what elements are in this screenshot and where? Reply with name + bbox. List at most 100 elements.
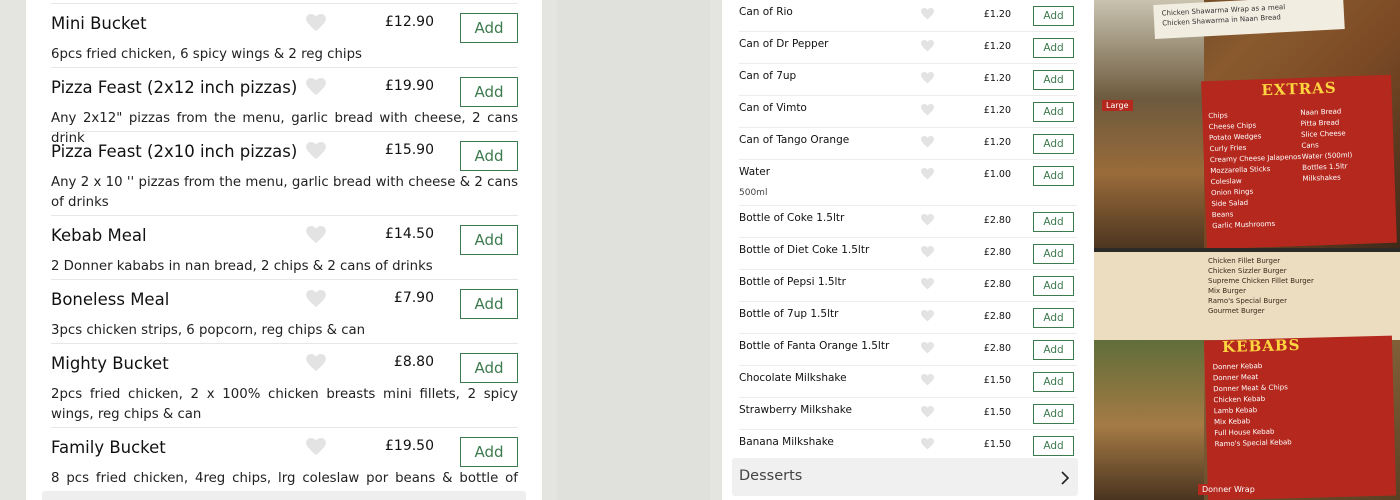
sheet-title: EXTRAS	[1261, 78, 1337, 100]
heart-icon[interactable]	[921, 374, 934, 386]
item-name: Chocolate Milkshake	[739, 372, 847, 384]
page: Mini Bucket £12.90 Add 6pcs fried chicke…	[0, 0, 1400, 500]
item-description: 2pcs fried chicken, 2 x 100% chicken bre…	[51, 387, 518, 422]
item-description: 6pcs fried chicken, 6 spicy wings & 2 re…	[51, 47, 362, 62]
add-button[interactable]: Add	[1033, 244, 1074, 264]
add-button[interactable]: Add	[460, 353, 518, 383]
item-price: £1.20	[983, 105, 1011, 116]
add-button[interactable]: Add	[460, 225, 518, 255]
extras-menu-sheet: EXTRAS Chips Cheese Chips Potato Wedges …	[1201, 74, 1397, 248]
category-label: Desserts	[739, 468, 803, 484]
item-name: Bottle of Coke 1.5ltr	[739, 212, 845, 224]
item-price: £14.50	[385, 226, 434, 242]
item-name: Bottle of Fanta Orange 1.5ltr	[739, 340, 890, 352]
heart-icon[interactable]	[306, 14, 326, 32]
add-button[interactable]: Add	[460, 77, 518, 107]
add-button[interactable]: Add	[1033, 166, 1074, 186]
add-button[interactable]: Add	[460, 437, 518, 467]
heart-icon[interactable]	[921, 8, 934, 20]
sheet-title: KEBABS	[1221, 335, 1301, 357]
item-price: £1.50	[983, 375, 1011, 386]
menu-item-pizza-feast-10: Pizza Feast (2x10 inch pizzas) £15.90 Ad…	[51, 131, 518, 215]
item-name: Bottle of Diet Coke 1.5ltr	[739, 244, 870, 256]
heart-icon[interactable]	[306, 226, 326, 244]
item-price: £2.80	[983, 311, 1011, 322]
item-description: 3pcs chicken strips, 6 popcorn, reg chip…	[51, 323, 366, 338]
add-button[interactable]: Add	[460, 141, 518, 171]
drink-item: Strawberry Milkshake £1.50 Add	[739, 398, 1077, 430]
heart-icon[interactable]	[921, 104, 934, 116]
chevron-right-icon	[1061, 471, 1070, 485]
add-button[interactable]: Add	[1033, 212, 1074, 232]
item-name: Water	[739, 166, 771, 178]
heart-icon[interactable]	[306, 290, 326, 308]
heart-icon[interactable]	[921, 168, 934, 180]
item-price: £2.80	[983, 215, 1011, 226]
add-button[interactable]: Add	[1033, 308, 1074, 328]
add-button[interactable]: Add	[1033, 276, 1074, 296]
heart-icon[interactable]	[306, 438, 326, 456]
paper-line: Chicken Fillet Burger	[1208, 257, 1281, 265]
paper-line: Gourmet Burger	[1208, 307, 1265, 315]
item-price: £15.90	[385, 142, 434, 158]
add-button[interactable]: Add	[1033, 372, 1074, 392]
heart-icon[interactable]	[921, 342, 934, 354]
item-name: Pizza Feast (2x12 inch pizzas)	[51, 78, 298, 97]
add-button[interactable]: Add	[1033, 404, 1074, 424]
drink-item: Bottle of 7up 1.5ltr £2.80 Add	[739, 302, 1077, 334]
add-button[interactable]: Add	[1033, 102, 1074, 122]
add-button[interactable]: Add	[1033, 436, 1074, 456]
sheet-line: Ramo's Special Kebab	[1214, 438, 1292, 449]
item-subtitle: 500ml	[739, 188, 768, 198]
sheet-column: Naan Bread Pitta Bread Slice Cheese Cans…	[1300, 104, 1397, 184]
sheet-column: Donner Kebab Donner Meat Donner Meat & C…	[1213, 360, 1315, 451]
heart-icon[interactable]	[921, 406, 934, 418]
menu-paper-snippet: Chicken Fillet Burger Chicken Sizzler Bu…	[1094, 252, 1400, 340]
item-name: Can of Tango Orange	[739, 134, 850, 146]
add-button[interactable]: Add	[1033, 6, 1074, 26]
item-price: £1.20	[983, 137, 1011, 148]
add-button[interactable]: Add	[1033, 340, 1074, 360]
item-price: £2.80	[983, 247, 1011, 258]
add-button[interactable]: Add	[460, 13, 518, 43]
menu-item-boneless-meal: Boneless Meal £7.90 Add 3pcs chicken str…	[51, 279, 518, 343]
drink-item: Can of 7up £1.20 Add	[739, 64, 1077, 96]
add-button[interactable]: Add	[460, 289, 518, 319]
sheet-line: Garlic Mushrooms	[1212, 219, 1276, 231]
heart-icon[interactable]	[921, 136, 934, 148]
heart-icon[interactable]	[306, 142, 326, 160]
sheet-line: Milkshakes	[1302, 173, 1341, 183]
heart-icon[interactable]	[306, 78, 326, 96]
item-price: £1.20	[983, 41, 1011, 52]
heart-icon[interactable]	[921, 40, 934, 52]
page-background-strip	[557, 0, 710, 500]
paper-line: Mix Burger	[1208, 287, 1246, 295]
item-name: Can of 7up	[739, 70, 797, 82]
heart-icon[interactable]	[921, 72, 934, 84]
item-name: Strawberry Milkshake	[739, 404, 852, 416]
item-name: Bottle of 7up 1.5ltr	[739, 308, 839, 320]
item-name: Banana Milkshake	[739, 436, 834, 448]
menu-photo-extras[interactable]: Chicken Shawarma Wrap as a meal Chicken …	[1094, 0, 1400, 248]
category-bar[interactable]	[42, 491, 526, 500]
menu-paper-snippet: Chicken Shawarma Wrap as a meal Chicken …	[1153, 0, 1345, 39]
sheet-column: Chips Cheese Chips Potato Wedges Curly F…	[1208, 108, 1312, 232]
item-price: £1.50	[983, 439, 1011, 450]
item-price: £12.90	[385, 14, 434, 30]
menu-photo-kebabs[interactable]: Chicken Fillet Burger Chicken Sizzler Bu…	[1094, 252, 1400, 500]
add-button[interactable]: Add	[1033, 70, 1074, 90]
heart-icon[interactable]	[921, 438, 934, 450]
add-button[interactable]: Add	[1033, 134, 1074, 154]
item-name: Kebab Meal	[51, 226, 147, 245]
item-price: £2.80	[983, 343, 1011, 354]
drinks-list: Can of Rio £1.20 Add Can of Dr Pepper £1…	[739, 0, 1077, 462]
paper-line: Ramo's Special Burger	[1208, 297, 1287, 305]
heart-icon[interactable]	[921, 246, 934, 258]
heart-icon[interactable]	[921, 278, 934, 290]
desserts-category-bar[interactable]: Desserts	[732, 458, 1078, 496]
add-button[interactable]: Add	[1033, 38, 1074, 58]
heart-icon[interactable]	[306, 354, 326, 372]
heart-icon[interactable]	[921, 214, 934, 226]
left-menu-panel: Mini Bucket £12.90 Add 6pcs fried chicke…	[26, 0, 542, 500]
heart-icon[interactable]	[921, 310, 934, 322]
